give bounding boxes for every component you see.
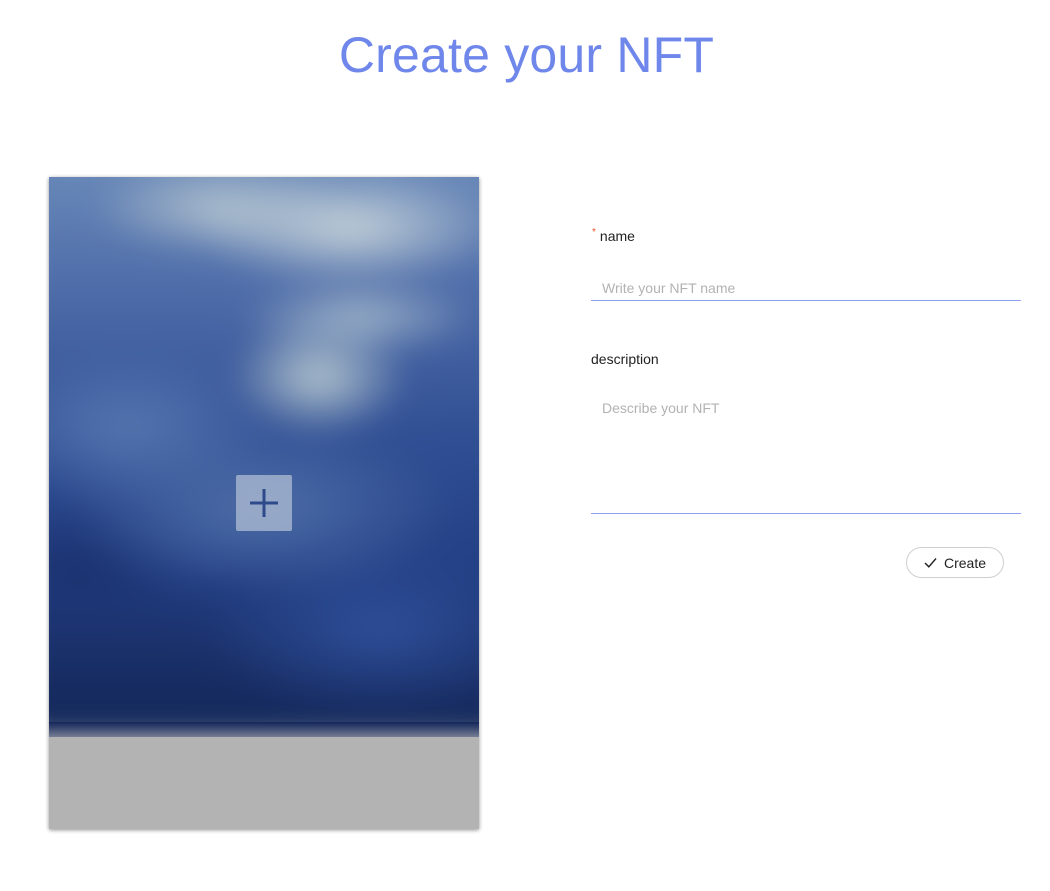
image-caption-area — [49, 737, 479, 829]
description-input[interactable] — [591, 400, 1021, 514]
create-button-label: Create — [943, 554, 987, 571]
check-icon — [924, 558, 937, 568]
plus-icon — [250, 489, 278, 517]
required-mark: * — [592, 227, 596, 238]
name-label-text: name — [599, 228, 635, 244]
description-label: description — [591, 351, 659, 367]
name-label: * name — [592, 227, 635, 244]
add-image-button[interactable] — [236, 475, 292, 531]
page-title: Create your NFT — [338, 27, 715, 83]
create-nft-page: Create your NFT *name description Create — [0, 0, 1050, 891]
create-button[interactable]: Create — [906, 547, 1004, 578]
name-input[interactable] — [591, 275, 1021, 301]
image-preview-art — [49, 177, 479, 737]
nft-image-preview[interactable] — [49, 177, 479, 829]
